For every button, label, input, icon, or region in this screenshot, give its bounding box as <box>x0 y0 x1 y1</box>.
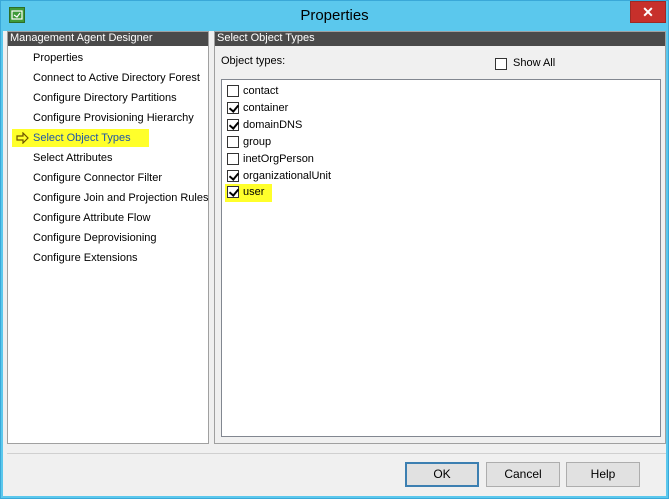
checkbox-box[interactable] <box>227 186 239 198</box>
object-type-domaindns[interactable]: domainDNS <box>227 118 427 134</box>
nav-item-attribute-flow[interactable]: Configure Attribute Flow <box>8 208 208 228</box>
nav-item-select-object-types[interactable]: Select Object Types <box>8 128 208 148</box>
cancel-button[interactable]: Cancel <box>486 462 560 487</box>
nav-item-join-projection-rules[interactable]: Configure Join and Projection Rules <box>8 188 209 208</box>
help-button[interactable]: Help <box>566 462 640 487</box>
title-bar[interactable]: Properties ✕ <box>1 1 668 31</box>
nav-item-extensions[interactable]: Configure Extensions <box>8 248 208 268</box>
nav-item-label: Configure Connector Filter <box>33 172 163 184</box>
object-type-group[interactable]: group <box>227 135 427 151</box>
checkbox-box[interactable] <box>227 85 239 97</box>
nav-item-select-attributes[interactable]: Select Attributes <box>8 148 208 168</box>
ok-button[interactable]: OK <box>405 462 479 487</box>
close-icon: ✕ <box>642 4 654 20</box>
object-type-label: inetOrgPerson <box>243 153 314 165</box>
object-type-organizationalunit[interactable]: organizationalUnit <box>227 169 427 185</box>
nav-item-label: Configure Extensions <box>33 252 138 264</box>
nav-item-directory-partitions[interactable]: Configure Directory Partitions <box>8 88 208 108</box>
object-type-label: domainDNS <box>243 119 303 131</box>
object-type-label: organizationalUnit <box>243 170 332 182</box>
arrow-right-icon <box>16 131 30 145</box>
nav-item-connect-forest[interactable]: Connect to Active Directory Forest <box>8 68 208 88</box>
content-pane: Select Object Types Object types: Show A… <box>214 31 666 444</box>
checkbox-box[interactable] <box>227 170 239 182</box>
nav-item-label: Configure Attribute Flow <box>33 212 151 224</box>
object-types-label: Object types: <box>221 55 286 67</box>
object-type-label: group <box>243 136 272 148</box>
object-type-user[interactable]: user <box>225 184 272 202</box>
button-divider <box>7 453 666 454</box>
nav-item-properties[interactable]: Properties <box>8 48 208 68</box>
close-button[interactable]: ✕ <box>630 1 666 23</box>
object-type-label: contact <box>243 85 279 97</box>
nav-item-label: Configure Provisioning Hierarchy <box>33 112 194 124</box>
checkbox-box[interactable] <box>227 153 239 165</box>
window-title: Properties <box>300 7 369 24</box>
object-type-contact[interactable]: contact <box>227 84 427 100</box>
checkbox-box[interactable] <box>227 136 239 148</box>
object-types-list[interactable]: contact container domainDNS group inetOr… <box>221 79 661 437</box>
navigation-pane-header: Management Agent Designer <box>8 32 208 46</box>
nav-item-label: Connect to Active Directory Forest <box>33 72 200 84</box>
nav-item-label: Configure Join and Projection Rules <box>33 192 209 204</box>
object-type-label: user <box>243 186 265 198</box>
nav-item-label: Select Object Types <box>33 132 131 144</box>
object-type-label: container <box>243 102 289 114</box>
nav-item-connector-filter[interactable]: Configure Connector Filter <box>8 168 208 188</box>
content-pane-header: Select Object Types <box>215 32 665 46</box>
object-type-container[interactable]: container <box>227 101 427 117</box>
nav-item-label: Configure Deprovisioning <box>33 232 157 244</box>
nav-item-label: Properties <box>33 52 84 64</box>
object-type-inetorgperson[interactable]: inetOrgPerson <box>227 152 427 168</box>
properties-window: Properties ✕ Management Agent Designer P… <box>0 0 669 499</box>
checkbox-box[interactable] <box>495 58 507 70</box>
nav-item-deprovisioning[interactable]: Configure Deprovisioning <box>8 228 208 248</box>
nav-item-label: Configure Directory Partitions <box>33 92 177 104</box>
checkbox-box[interactable] <box>227 102 239 114</box>
nav-item-provisioning-hierarchy[interactable]: Configure Provisioning Hierarchy <box>8 108 208 128</box>
show-all-label: Show All <box>513 57 556 69</box>
checkbox-box[interactable] <box>227 119 239 131</box>
navigation-pane: Management Agent Designer Properties Con… <box>7 31 209 444</box>
dialog-client-area: Management Agent Designer Properties Con… <box>3 31 666 496</box>
nav-item-label: Select Attributes <box>33 152 113 164</box>
